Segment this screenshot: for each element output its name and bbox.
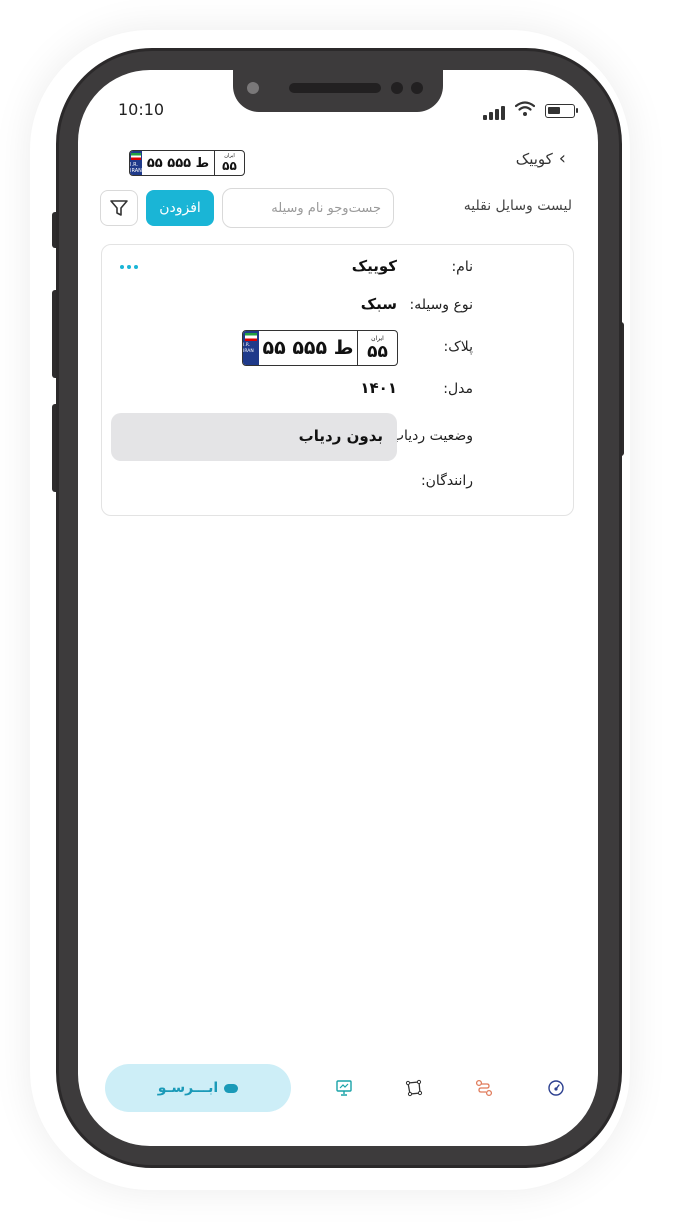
plate-region: ایران ۵۵ [357,331,397,365]
name-label: نام: [451,259,473,275]
tracker-label: وضعیت ردیاب: [386,428,473,444]
search-box [222,188,394,228]
type-value: سبک [360,295,397,313]
speaker [289,83,381,93]
polygon-icon [405,1079,423,1097]
tracker-status-box: بدون ردیاب [111,413,397,461]
plate-region-code: ۵۵ [222,159,237,173]
header-plate: I.R. IRAN ۵۵ ط ۵۵۵ ایران ۵۵ [129,150,245,176]
toolbar: افزودن لیست وسایل نقلیه [100,188,576,228]
list-title: لیست وسایل نقلیه [463,198,572,214]
sensor [391,82,403,94]
battery-icon [545,104,578,118]
bottom-tab-bar: ابـــرسـو [105,1064,575,1114]
plate-region: ایران ۵۵ [214,151,244,175]
name-value: کوییک [351,257,397,275]
tab-dashboard[interactable] [545,1077,567,1099]
add-button[interactable]: افزودن [146,190,214,226]
filter-button[interactable] [100,190,138,226]
presentation-icon [336,1080,352,1096]
plate-flag: I.R. IRAN [130,151,142,175]
notch [233,70,443,112]
page-title: کوییک [515,149,553,168]
more-options-icon[interactable] [120,263,142,271]
plate-flag-text: I.R. IRAN [130,162,142,174]
gauge-icon [548,1080,564,1096]
iran-flag-icon [131,153,141,160]
signal-icon [483,106,505,120]
wifi-icon [515,101,535,116]
plate-region-label: ایران [371,334,384,342]
model-label: مدل: [443,381,473,397]
camera [247,82,259,94]
plate-number: ۵۵ ط ۵۵۵ [262,337,354,359]
filter-icon [110,200,128,216]
tab-presentation[interactable] [333,1077,355,1099]
screen: 10:10 › کوییک I.R. IRAN ۵۵ ط ۵۵۵ ایران ۵… [78,70,598,1146]
plate-region-code: ۵۵ [367,341,388,362]
model-value: ۱۴۰۱ [360,379,397,397]
type-label: نوع وسیله: [409,297,473,313]
route-icon [475,1079,493,1097]
page-header: › کوییک I.R. IRAN ۵۵ ط ۵۵۵ ایران ۵۵ [92,142,584,180]
tab-geofence[interactable] [403,1077,425,1099]
tracker-value: بدون ردیاب [298,427,383,445]
brand-tab[interactable]: ابـــرسـو [105,1064,291,1112]
plate-flag: I.R. IRAN [243,331,259,365]
chevron-right-icon: › [558,148,566,169]
plate-flag-text: I.R. IRAN [243,343,254,354]
plate-number: ۵۵ ط ۵۵۵ [146,155,210,171]
vehicle-card[interactable]: نام: کوییک نوع وسیله: سبک پلاک: I.R. IRA… [101,244,574,516]
drivers-label: رانندگان: [420,473,473,489]
plate-label: پلاک: [443,339,474,355]
status-icons [483,101,583,120]
status-time: 10:10 [118,100,165,119]
search-input[interactable] [223,189,393,227]
vehicle-plate: I.R. IRAN ۵۵ ط ۵۵۵ ایران ۵۵ [242,330,398,366]
cloud-icon [224,1083,239,1093]
sensor [411,82,423,94]
brand-text: ابـــرسـو [157,1080,219,1096]
back-button[interactable]: › کوییک [516,148,566,169]
tab-route[interactable] [473,1077,495,1099]
iran-flag-icon [245,333,257,341]
